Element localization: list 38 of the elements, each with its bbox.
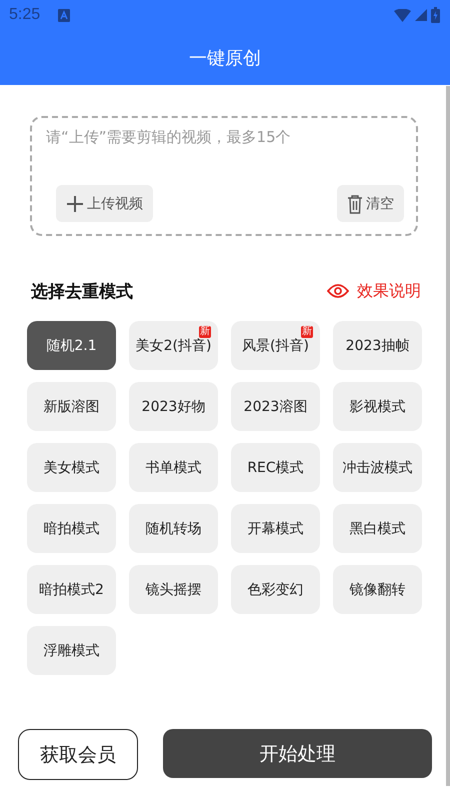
notification-icon bbox=[58, 8, 70, 22]
mode-chip[interactable]: 镜头摇摆 bbox=[129, 565, 218, 614]
mode-chip[interactable]: 随机2.1 bbox=[27, 321, 116, 370]
upload-area[interactable]: 请“上传”需要剪辑的视频，最多15个 上传视频 清空 bbox=[30, 116, 418, 236]
wifi-icon bbox=[394, 8, 411, 22]
mode-chip[interactable]: 随机转场 bbox=[129, 504, 218, 553]
mode-chip[interactable]: 美女模式 bbox=[27, 443, 116, 492]
section-title: 选择去重模式 bbox=[31, 280, 133, 302]
mode-chip[interactable]: 暗拍模式 bbox=[27, 504, 116, 553]
mode-chip[interactable]: 黑白模式 bbox=[333, 504, 422, 553]
eye-icon bbox=[327, 283, 349, 299]
new-badge: 新 bbox=[199, 326, 211, 338]
mode-chip[interactable]: 2023抽帧 bbox=[333, 321, 422, 370]
new-badge: 新 bbox=[301, 326, 313, 338]
mode-chip[interactable]: 冲击波模式 bbox=[333, 443, 422, 492]
mode-chip[interactable]: 影视模式 bbox=[333, 382, 422, 431]
effect-help-link[interactable]: 效果说明 bbox=[327, 280, 421, 302]
clear-button[interactable]: 清空 bbox=[337, 185, 404, 222]
upload-video-button[interactable]: 上传视频 bbox=[56, 185, 153, 222]
signal-icon bbox=[415, 9, 427, 21]
mode-chip[interactable]: 暗拍模式2 bbox=[27, 565, 116, 614]
get-membership-button[interactable]: 获取会员 bbox=[18, 729, 138, 780]
battery-icon bbox=[431, 7, 440, 23]
mode-chip[interactable]: 色彩变幻 bbox=[231, 565, 320, 614]
app-title: 一键原创 bbox=[189, 46, 261, 70]
mode-chip[interactable]: REC模式 bbox=[231, 443, 320, 492]
plus-icon bbox=[66, 194, 84, 212]
status-time: 5:25 bbox=[9, 6, 40, 24]
mode-chip[interactable]: 浮雕模式 bbox=[27, 626, 116, 675]
trash-icon bbox=[347, 194, 363, 214]
start-processing-button[interactable]: 开始处理 bbox=[163, 729, 432, 778]
mode-chip[interactable]: 开幕模式 bbox=[231, 504, 320, 553]
mode-chip[interactable]: 镜像翻转 bbox=[333, 565, 422, 614]
mode-chip[interactable]: 2023溶图 bbox=[231, 382, 320, 431]
mode-chip[interactable]: 2023好物 bbox=[129, 382, 218, 431]
upload-placeholder: 请“上传”需要剪辑的视频，最多15个 bbox=[46, 128, 292, 147]
mode-chip[interactable]: 书单模式 bbox=[129, 443, 218, 492]
mode-chip[interactable]: 新版溶图 bbox=[27, 382, 116, 431]
